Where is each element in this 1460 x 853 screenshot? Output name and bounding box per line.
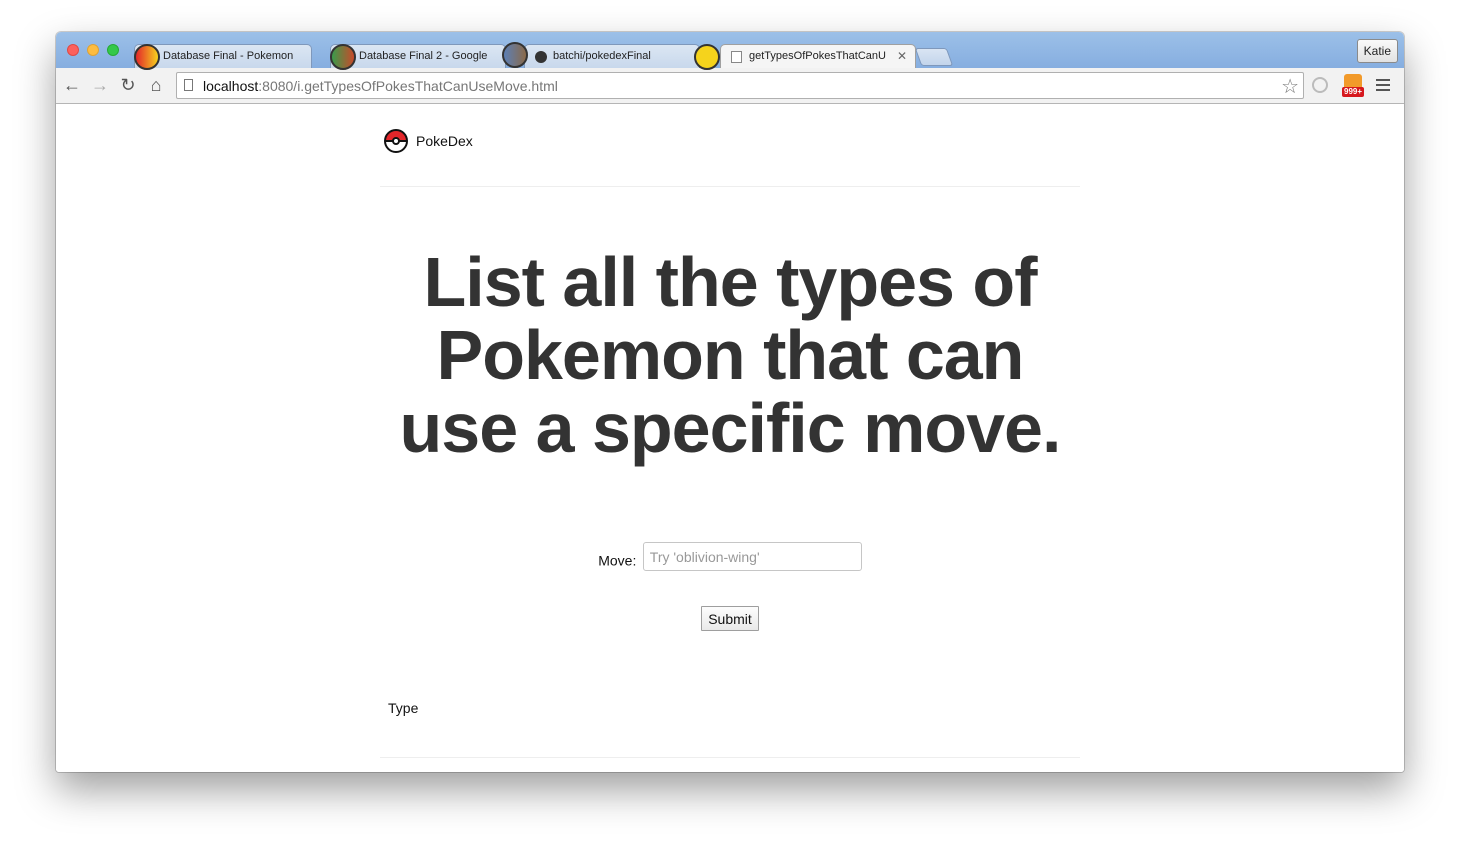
content-container: PokeDex List all the types of Pokemon th… bbox=[380, 104, 1080, 772]
brand-link[interactable]: PokeDex bbox=[384, 128, 473, 154]
brand-name: PokeDex bbox=[416, 133, 473, 149]
minimize-window-button[interactable] bbox=[87, 44, 99, 56]
tab-decoration-icon bbox=[134, 44, 160, 70]
hamburger-menu-icon[interactable] bbox=[1376, 79, 1390, 81]
url-text: localhost:8080/i.getTypesOfPokesThatCanU… bbox=[203, 78, 558, 94]
submit-row: Submit bbox=[380, 606, 1080, 631]
tab-database-final-2[interactable]: Database Final 2 - Google bbox=[330, 44, 506, 68]
profile-button[interactable]: Katie bbox=[1356, 39, 1398, 63]
close-tab-icon[interactable]: ✕ bbox=[897, 45, 907, 68]
move-input[interactable] bbox=[642, 542, 862, 571]
page-content: PokeDex List all the types of Pokemon th… bbox=[56, 104, 1404, 772]
bookmark-star-icon[interactable]: ☆ bbox=[1281, 74, 1299, 99]
pokeball-icon bbox=[384, 129, 408, 153]
tab-strip: Database Final - Pokemon Database Final … bbox=[56, 32, 1404, 70]
tab-decoration-icon bbox=[330, 44, 356, 70]
reload-icon[interactable]: ↻ bbox=[118, 75, 138, 95]
move-label: Move: bbox=[598, 552, 637, 569]
tab-database-final-pokemon[interactable]: Database Final - Pokemon bbox=[134, 44, 312, 68]
browser-window: Database Final - Pokemon Database Final … bbox=[56, 32, 1404, 772]
back-arrow-icon[interactable]: ← bbox=[62, 75, 82, 95]
divider bbox=[380, 757, 1080, 758]
extension-circle-icon[interactable] bbox=[1312, 77, 1328, 93]
tab-decoration-icon bbox=[502, 42, 528, 68]
tab-decoration-icon bbox=[694, 44, 720, 70]
page-icon bbox=[731, 51, 742, 63]
rss-extension-icon[interactable]: 999+ bbox=[1342, 74, 1365, 98]
home-icon[interactable]: ⌂ bbox=[146, 75, 166, 95]
move-form-row: Move: bbox=[380, 542, 1080, 575]
page-icon bbox=[184, 79, 193, 91]
browser-toolbar: ← → ↻ ⌂ localhost:8080/i.getTypesOfPokes… bbox=[56, 68, 1404, 104]
close-window-button[interactable] bbox=[67, 44, 79, 56]
submit-button[interactable]: Submit bbox=[701, 606, 759, 631]
rss-badge: 999+ bbox=[1342, 87, 1365, 97]
divider bbox=[380, 186, 1080, 187]
address-bar[interactable]: localhost:8080/i.getTypesOfPokesThatCanU… bbox=[176, 72, 1304, 99]
results-type-header: Type bbox=[388, 700, 419, 716]
new-tab-button[interactable] bbox=[914, 48, 954, 66]
tab-gettypesofpokes[interactable]: getTypesOfPokesThatCanU ✕ bbox=[720, 44, 916, 68]
tab-github-pokedexfinal[interactable]: batchi/pokedexFinal bbox=[524, 44, 700, 68]
zoom-window-button[interactable] bbox=[107, 44, 119, 56]
forward-arrow-icon[interactable]: → bbox=[90, 75, 110, 95]
github-icon bbox=[535, 51, 547, 63]
page-title: List all the types of Pokemon that can u… bbox=[399, 243, 1062, 467]
